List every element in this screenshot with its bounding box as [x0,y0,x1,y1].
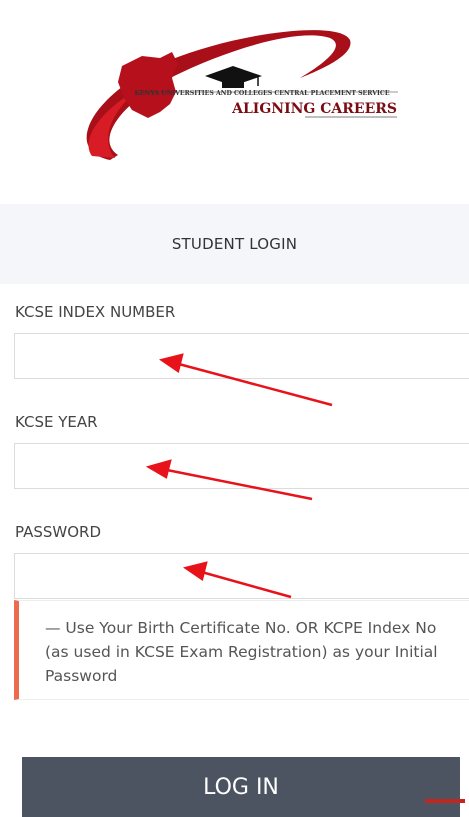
password-input[interactable] [14,553,469,599]
graduation-cap-icon [205,66,262,88]
logo-tagline: ALIGNING CAREERS [231,101,397,117]
kcse-year-label: KCSE YEAR [15,413,98,431]
logo-org-name: KENYA UNIVERSITIES AND COLLEGES CENTRAL … [134,90,389,97]
kuccps-logo: KENYA UNIVERSITIES AND COLLEGES CENTRAL … [0,0,469,200]
page-title: STUDENT LOGIN [171,235,298,253]
kuccps-logo-graphic: KENYA UNIVERSITIES AND COLLEGES CENTRAL … [86,30,398,160]
login-button-label: LOG IN [203,774,279,800]
password-hint-note: — Use Your Birth Certificate No. OR KCPE… [14,600,469,700]
login-button[interactable]: LOG IN [22,757,460,817]
kcse-index-input[interactable] [14,333,469,379]
kcse-year-input[interactable] [14,443,469,489]
corner-decoration [425,799,465,803]
kcse-index-label: KCSE INDEX NUMBER [15,303,176,321]
password-hint-text: — Use Your Birth Certificate No. OR KCPE… [45,619,438,685]
password-label: PASSWORD [15,523,102,541]
student-login-header: STUDENT LOGIN [0,204,469,284]
